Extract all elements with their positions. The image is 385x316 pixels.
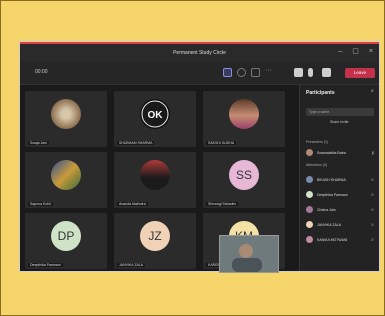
avatar-initials: SS	[229, 160, 259, 190]
participant-row[interactable]: BIKASH SHARMA ⊘	[306, 175, 376, 184]
participant-row[interactable]: KANIKA MOTWANI ⊘	[306, 235, 376, 244]
title-bar: Permanent Study Circle – ▢ ×	[20, 42, 379, 62]
mic-off-icon: ⊘	[370, 222, 374, 227]
participant-name: JANVIKA ZALA	[117, 263, 146, 267]
chat-icon[interactable]	[237, 68, 246, 77]
mic-off-icon: ⊘	[370, 237, 374, 242]
participant-row-name: KANIKA MOTWANI	[317, 237, 348, 242]
participant-tile[interactable]: Swaja Jain	[25, 91, 107, 147]
mic-icon: ▮	[371, 150, 374, 155]
mic-off-icon: ⊘	[370, 177, 374, 182]
leave-button[interactable]: Leave	[345, 68, 375, 78]
avatar	[51, 99, 81, 129]
participant-row[interactable]: Deepthika Pamnani ⊘	[306, 190, 376, 199]
participant-name: Shivangi Sahadev	[206, 202, 239, 206]
close-icon[interactable]: ×	[370, 89, 374, 95]
self-view-video[interactable]	[219, 235, 279, 273]
participant-name: Sapnna Kohli	[28, 202, 53, 206]
meeting-toolbar: 00:00 ··· Leave	[20, 62, 379, 85]
participant-tile[interactable]: JZ JANVIKA ZALA	[114, 213, 196, 269]
participant-name: Swaja Jain	[28, 141, 49, 145]
avatar	[51, 160, 81, 190]
attendees-header[interactable]: Attendees (9)	[306, 163, 327, 167]
avatar	[306, 221, 313, 228]
share-invite-button[interactable]: Share invite	[330, 120, 348, 124]
participant-row-name: JANVIKA ZALA	[317, 222, 342, 227]
avatar	[306, 191, 313, 198]
participant-row-name: BIKASH SHARMA	[317, 177, 346, 182]
minimize-icon[interactable]: –	[338, 48, 342, 55]
participant-name: Deepthika Pamnani	[28, 263, 63, 267]
participant-tile[interactable]: OK SHUBHAM SHARMA	[114, 91, 196, 147]
participant-name: Ananda Malhotra	[117, 202, 148, 206]
panel-title: Participants	[306, 90, 335, 96]
presenters-header[interactable]: Presenters (1)	[306, 140, 328, 144]
avatar	[306, 236, 313, 243]
participant-tile[interactable]: SS Shivangi Sahadev	[203, 152, 285, 208]
svg-text:OK: OK	[148, 110, 164, 121]
participant-tile[interactable]: Ananda Malhotra	[114, 152, 196, 208]
mic-icon[interactable]	[308, 68, 313, 77]
window-title: Permanent Study Circle	[173, 50, 226, 56]
avatar	[306, 206, 313, 213]
participant-row[interactable]: Swarnalatha Batra ▮	[306, 148, 376, 157]
avatar	[306, 176, 313, 183]
avatar-initials: JZ	[140, 221, 170, 251]
avatar: OK	[140, 99, 170, 129]
participant-name: SHUBHAM SHARMA	[117, 141, 155, 145]
participant-row[interactable]: JANVIKA ZALA ⊘	[306, 220, 376, 229]
avatar-initials: DP	[51, 221, 81, 251]
participant-tile[interactable]: Sapnna Kohli	[25, 152, 107, 208]
maximize-icon[interactable]: ▢	[352, 48, 359, 55]
reactions-icon[interactable]	[251, 68, 260, 77]
mic-off-icon: ⊘	[370, 207, 374, 212]
ok-logo-icon: OK	[141, 100, 169, 128]
self-view-icon	[220, 236, 278, 272]
avatar	[306, 149, 313, 156]
participant-tile[interactable]: SAKSHI SUDHA	[203, 91, 285, 147]
participant-row-name: Deepthika Pamnani	[317, 192, 348, 197]
avatar	[140, 160, 170, 190]
participant-row-name: Chetna Jain	[317, 207, 336, 212]
participants-panel: Participants × Type a name Share invite …	[299, 85, 379, 271]
participant-row-name: Swarnalatha Batra	[317, 150, 346, 155]
participant-tile[interactable]: DP Deepthika Pamnani	[25, 213, 107, 269]
call-timer: 00:00	[35, 69, 48, 75]
camera-icon[interactable]	[294, 68, 303, 77]
mic-off-icon: ⊘	[370, 192, 374, 197]
participant-row[interactable]: Chetna Jain ⊘	[306, 205, 376, 214]
avatar	[229, 99, 259, 129]
more-options-icon[interactable]: ···	[265, 67, 272, 74]
teams-meeting-window: Permanent Study Circle – ▢ × 00:00 ··· L…	[20, 42, 379, 271]
close-icon[interactable]: ×	[369, 48, 373, 55]
participant-name: SAKSHI SUDHA	[206, 141, 237, 145]
share-screen-icon[interactable]	[322, 68, 331, 77]
gallery-view-icon[interactable]	[223, 68, 232, 77]
participant-search-input[interactable]: Type a name	[306, 108, 374, 116]
